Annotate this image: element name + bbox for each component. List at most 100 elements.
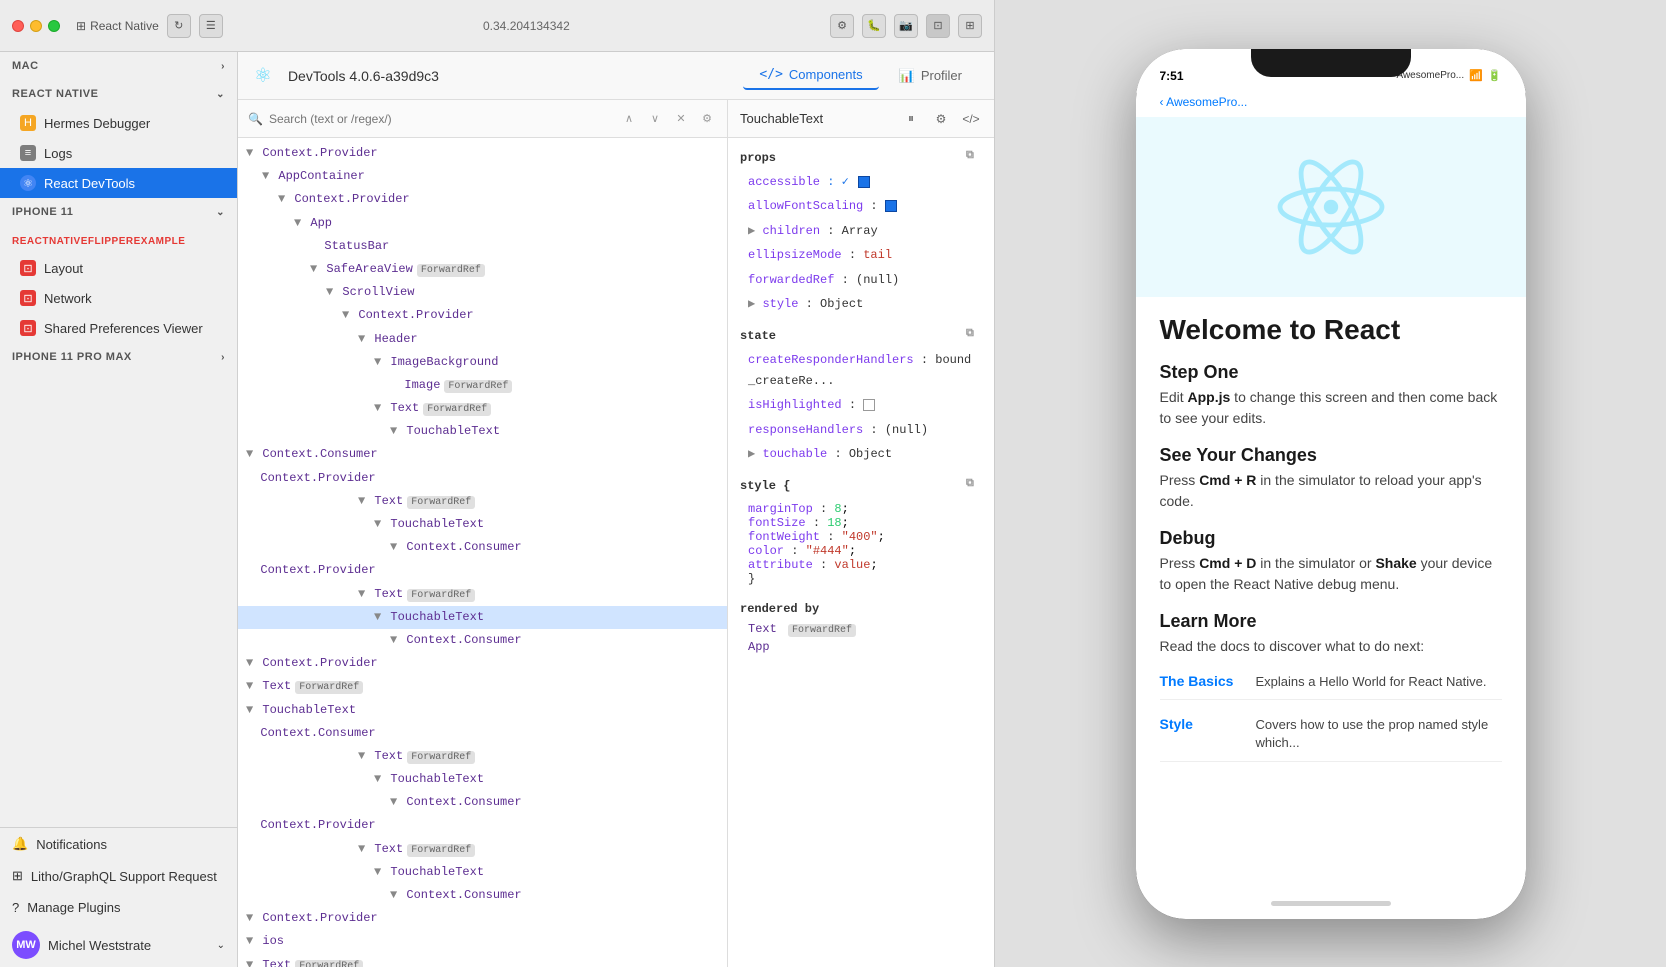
tree-node[interactable]: ▼ Context.Provider bbox=[238, 814, 727, 837]
style-section-header: style { ⧉ bbox=[728, 474, 994, 498]
search-settings-button[interactable]: ⚙ bbox=[697, 109, 717, 129]
sidebar-item-network[interactable]: ⊡ Network bbox=[0, 283, 237, 313]
sidebar-item-litho[interactable]: ⊞ Litho/GraphQL Support Request bbox=[0, 860, 237, 892]
inspect-button[interactable]: ⚙ bbox=[930, 108, 952, 130]
search-input[interactable] bbox=[269, 112, 613, 126]
tree-node[interactable]: ▼ SafeAreaViewForwardRef bbox=[238, 258, 727, 281]
sidebar-section-iphone11[interactable]: IPhone 11 ⌄ bbox=[0, 198, 237, 226]
props-label: props bbox=[740, 151, 776, 165]
tree-node[interactable]: ▼ TextForwardRef bbox=[238, 954, 727, 967]
user-profile[interactable]: MW Michel Weststrate ⌄ bbox=[0, 923, 237, 967]
tree-node[interactable]: ▼ Context.Consumer bbox=[238, 722, 727, 745]
close-button[interactable] bbox=[12, 20, 24, 32]
checkbox-ishighlighted[interactable] bbox=[863, 399, 875, 411]
tree-arrow: ▼ bbox=[278, 192, 292, 206]
tree-node[interactable]: ▼ Context.Provider bbox=[238, 652, 727, 675]
tab-profiler[interactable]: 📊 Profiler bbox=[883, 62, 978, 90]
username: Michel Weststrate bbox=[48, 938, 151, 953]
tree-node[interactable]: ▼ Context.Provider bbox=[238, 559, 727, 582]
tree-node[interactable]: ▼ TextForwardRef bbox=[238, 397, 727, 420]
suspend-button[interactable]: ⏸ bbox=[900, 108, 922, 130]
sidebar-section-iphone-promax[interactable]: IPhone 11 Pro Max › bbox=[0, 343, 237, 371]
minimize-button[interactable] bbox=[30, 20, 42, 32]
props-copy-button[interactable]: ⧉ bbox=[966, 150, 982, 166]
camera-button[interactable]: 📷 bbox=[894, 14, 918, 38]
screen-button-1[interactable]: ⊡ bbox=[926, 14, 950, 38]
tree-component-name: Text bbox=[374, 494, 403, 508]
tree-node[interactable]: ▼ Context.Consumer bbox=[238, 629, 727, 652]
tree-node[interactable]: ▼ StatusBar bbox=[238, 235, 727, 258]
tab-components[interactable]: </> Components bbox=[743, 61, 878, 90]
tree-node[interactable]: ▼ ImageForwardRef bbox=[238, 374, 727, 397]
tree-node[interactable]: ▼ ScrollView bbox=[238, 281, 727, 304]
tree-node[interactable]: ▼ TouchableText bbox=[238, 606, 727, 629]
sidebar-item-devtools[interactable]: ⚛ React DevTools bbox=[0, 168, 237, 198]
tree-node[interactable]: ▼ TouchableText bbox=[238, 699, 727, 722]
tree-node[interactable]: ▼ Context.Provider bbox=[238, 907, 727, 930]
sidebar-item-layout[interactable]: ⊡ Layout bbox=[0, 253, 237, 283]
tree-node[interactable]: ▼ TextForwardRef bbox=[238, 490, 727, 513]
tree-node[interactable]: ▼ TouchableText bbox=[238, 513, 727, 536]
checkbox-allowfontscaling[interactable] bbox=[885, 200, 897, 212]
tree-component-name: ios bbox=[262, 934, 284, 948]
debug-button[interactable]: 🐛 bbox=[862, 14, 886, 38]
section-title-changes: See Your Changes bbox=[1160, 445, 1502, 466]
refresh-button[interactable]: ↻ bbox=[167, 14, 191, 38]
link-style-desc: Covers how to use the prop named style w… bbox=[1256, 716, 1502, 752]
tree-component-name: Context.Consumer bbox=[406, 540, 521, 554]
tree-node[interactable]: ▼ Context.Provider bbox=[238, 142, 727, 165]
tree-arrow: ▼ bbox=[294, 216, 308, 230]
sidebar-section-mac[interactable]: Mac › bbox=[0, 52, 237, 80]
search-close-button[interactable]: ✕ bbox=[671, 109, 691, 129]
link-basics-label[interactable]: The Basics bbox=[1160, 673, 1240, 689]
tree-node[interactable]: ▼ Context.Provider bbox=[238, 188, 727, 211]
link-row-style: Style Covers how to use the prop named s… bbox=[1160, 708, 1502, 761]
search-prev-button[interactable]: ∧ bbox=[619, 109, 639, 129]
screen-button-2[interactable]: ⊞ bbox=[958, 14, 982, 38]
sidebar-item-hermes[interactable]: H Hermes Debugger bbox=[0, 108, 237, 138]
tree-node[interactable]: ▼ TextForwardRef bbox=[238, 583, 727, 606]
tree-arrow: ▼ bbox=[374, 610, 388, 624]
tree-node[interactable]: ▼ Context.Consumer bbox=[238, 791, 727, 814]
iphone-notch bbox=[1251, 49, 1411, 77]
tree-node[interactable]: ▼ TextForwardRef bbox=[238, 838, 727, 861]
tree-node[interactable]: ▼ Context.Provider bbox=[238, 304, 727, 327]
tree-component-name: TouchableText bbox=[262, 703, 356, 717]
tree-node[interactable]: ▼ AppContainer bbox=[238, 165, 727, 188]
maximize-button[interactable] bbox=[48, 20, 60, 32]
tree-node[interactable]: ▼ ImageBackground bbox=[238, 351, 727, 374]
welcome-title: Welcome to React bbox=[1160, 313, 1502, 347]
tree-node[interactable]: ▼ TouchableText bbox=[238, 861, 727, 884]
style-copy-button[interactable]: ⧉ bbox=[966, 478, 982, 494]
tree-arrow: ▼ bbox=[358, 332, 372, 346]
sidebar-item-notifications[interactable]: 🔔 Notifications bbox=[0, 828, 237, 860]
checkbox-accessible[interactable] bbox=[858, 176, 870, 188]
link-style-label[interactable]: Style bbox=[1160, 716, 1240, 732]
tree-node[interactable]: ▼ ios bbox=[238, 930, 727, 953]
tree-component-name: TouchableText bbox=[390, 865, 484, 879]
tree-node[interactable]: ▼ Context.Consumer bbox=[238, 443, 727, 466]
tree-node[interactable]: ▼ App bbox=[238, 212, 727, 235]
tree-node[interactable]: ▼ Context.Consumer bbox=[238, 536, 727, 559]
tree-node[interactable]: ▼ TouchableText bbox=[238, 768, 727, 791]
settings-button[interactable]: ⚙ bbox=[830, 14, 854, 38]
sidebar-section-reactnative[interactable]: React Native ⌄ bbox=[0, 80, 237, 108]
tree-node[interactable]: ▼ TextForwardRef bbox=[238, 675, 727, 698]
source-button[interactable]: </> bbox=[960, 108, 982, 130]
search-next-button[interactable]: ∨ bbox=[645, 109, 665, 129]
tree-node[interactable]: ▼ Context.Consumer bbox=[238, 884, 727, 907]
tree-component-name: Context.Consumer bbox=[260, 726, 375, 740]
state-responsehandlers: responseHandlers : (null) bbox=[728, 418, 994, 442]
sidebar-item-shared[interactable]: ⊡ Shared Preferences Viewer bbox=[0, 313, 237, 343]
prop-children: ▶ children : Array bbox=[728, 219, 994, 243]
tree-node[interactable]: ▼ Context.Provider bbox=[238, 467, 727, 490]
tree-node[interactable]: ▼ TouchableText bbox=[238, 420, 727, 443]
sidebar-item-logs[interactable]: ≡ Logs bbox=[0, 138, 237, 168]
back-nav[interactable]: ‹ AwesomePro... bbox=[1136, 93, 1526, 117]
tree-node[interactable]: ▼ Header bbox=[238, 328, 727, 351]
tree-node[interactable]: ▼ TextForwardRef bbox=[238, 745, 727, 768]
state-copy-button[interactable]: ⧉ bbox=[966, 328, 982, 344]
sidebar-item-plugins[interactable]: ? Manage Plugins bbox=[0, 892, 237, 923]
list-button[interactable]: ☰ bbox=[199, 14, 223, 38]
components-tab-icon: </> bbox=[759, 67, 782, 82]
